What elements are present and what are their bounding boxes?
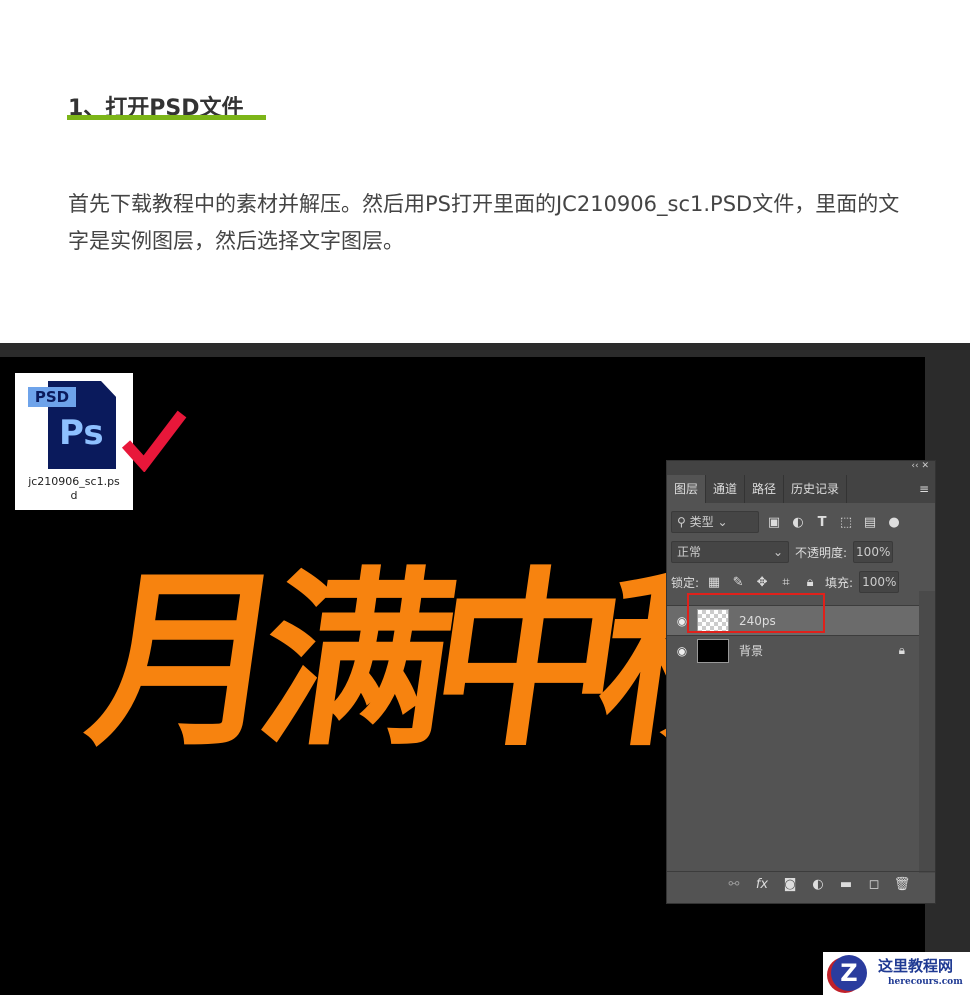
group-folder-icon[interactable]: ▬	[837, 877, 855, 892]
visibility-eye-icon[interactable]: ◉	[667, 644, 697, 658]
blend-mode-value: 正常	[677, 545, 701, 559]
checkmark-icon	[122, 408, 188, 472]
add-mask-icon[interactable]: ◙	[781, 877, 799, 892]
opacity-input[interactable]: 100%	[853, 541, 893, 563]
blend-mode-select[interactable]: 正常 ⌄	[671, 541, 789, 563]
watermark-logo: Z	[831, 955, 867, 991]
panel-menu-icon[interactable]: ≡	[913, 475, 935, 503]
tab-paths[interactable]: 路径	[745, 475, 784, 503]
fill-label: 填充:	[825, 574, 853, 591]
file-name: jc210906_sc1.psd	[15, 475, 133, 503]
panel-collapse-close[interactable]: ‹‹ ✕	[667, 461, 935, 475]
smart-object-filter-icon[interactable]: ▤	[861, 515, 879, 530]
layer-lock-icon: 🔒︎	[899, 643, 905, 658]
type-filter-icon[interactable]: T	[813, 515, 831, 530]
layer-row-background[interactable]: ◉ 背景 🔒︎	[667, 635, 919, 665]
lock-all-icon[interactable]: 🔒︎	[801, 575, 819, 590]
heading-underline	[67, 115, 266, 120]
layers-scrollbar[interactable]	[919, 591, 935, 873]
lock-label: 锁定:	[671, 574, 699, 591]
tab-layers[interactable]: 图层	[667, 475, 706, 503]
lock-artboard-icon[interactable]: ⌗	[777, 575, 795, 590]
instruction-paragraph: 首先下载教程中的素材并解压。然后用PS打开里面的JC210906_sc1.PSD…	[68, 186, 918, 260]
opacity-label: 不透明度:	[795, 544, 847, 561]
new-layer-icon[interactable]: ◻	[865, 877, 883, 892]
fx-icon[interactable]: fx	[753, 877, 771, 892]
trash-icon[interactable]: 🗑︎	[893, 877, 911, 892]
fill-input[interactable]: 100%	[859, 571, 899, 593]
lock-pixels-icon[interactable]: ✎	[729, 575, 747, 590]
watermark: Z 这里教程网 herecours.com	[823, 952, 970, 995]
watermark-name: 这里教程网	[878, 955, 953, 976]
filter-kind-value: 类型	[690, 515, 714, 529]
lock-transparency-icon[interactable]: ▦	[705, 575, 723, 590]
filter-toggle[interactable]: ●	[885, 515, 903, 530]
watermark-url: herecours.com	[888, 977, 963, 987]
psd-file-icon[interactable]: PSD Ps jc210906_sc1.psd	[15, 373, 133, 510]
layer-thumbnail	[697, 639, 729, 663]
psd-tag: PSD	[28, 387, 76, 407]
adjustment-filter-icon[interactable]: ◐	[789, 515, 807, 530]
pixel-filter-icon[interactable]: ▣	[765, 515, 783, 530]
adjustment-layer-icon[interactable]: ◐	[809, 877, 827, 892]
filter-kind-select[interactable]: ⚲ 类型 ⌄	[671, 511, 759, 533]
layers-panel: ‹‹ ✕ 图层 通道 路径 历史记录 ≡ ⚲ 类型 ⌄ ▣ ◐ T ⬚ ▤ ● …	[666, 460, 936, 904]
lock-position-icon[interactable]: ✥	[753, 575, 771, 590]
tab-history[interactable]: 历史记录	[784, 475, 847, 503]
highlight-box	[687, 593, 825, 633]
tab-channels[interactable]: 通道	[706, 475, 745, 503]
layer-name: 背景	[739, 642, 763, 659]
ps-glyph: Ps	[59, 413, 104, 453]
link-layers-icon[interactable]: ⚯	[725, 877, 743, 892]
shape-filter-icon[interactable]: ⬚	[837, 515, 855, 530]
